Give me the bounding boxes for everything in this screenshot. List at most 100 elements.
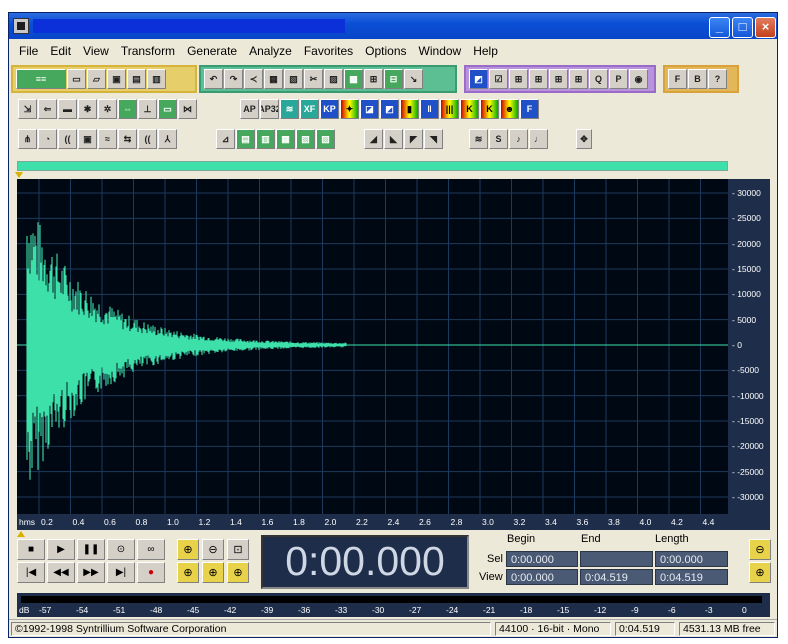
tool-icon-14[interactable]: ▨: [316, 129, 335, 149]
grid-icon-4[interactable]: ⊞: [569, 69, 588, 89]
tool-icon-20[interactable]: S: [489, 129, 508, 149]
invert-icon[interactable]: ⇲: [18, 99, 37, 119]
menu-help[interactable]: Help: [467, 42, 504, 60]
menu-edit[interactable]: Edit: [44, 42, 77, 60]
tool-icon-13[interactable]: ▧: [296, 129, 315, 149]
play-list-icon[interactable]: P: [609, 69, 628, 89]
maximize-button[interactable]: □: [732, 17, 753, 38]
play-button[interactable]: ▶: [47, 539, 75, 560]
stop-button[interactable]: ■: [17, 539, 45, 560]
zoom-selection-icon[interactable]: ⊕: [177, 562, 199, 583]
copy-icon[interactable]: ▦: [264, 69, 283, 89]
app-icon[interactable]: [13, 18, 29, 34]
save-selection-icon[interactable]: ▥: [147, 69, 166, 89]
grid-icon-3[interactable]: ⊞: [549, 69, 568, 89]
waveform-view-button[interactable]: ≡≡: [16, 69, 66, 89]
menu-favorites[interactable]: Favorites: [298, 42, 359, 60]
scripts-icon[interactable]: B: [688, 69, 707, 89]
copy-new-icon[interactable]: ▧: [284, 69, 303, 89]
overview-bar[interactable]: [17, 161, 728, 171]
tool-icon-12[interactable]: ▦: [276, 129, 295, 149]
envelope-icon[interactable]: ⊥: [138, 99, 157, 119]
tool-icon-21[interactable]: ♪: [509, 129, 528, 149]
view-end-field[interactable]: 0:04.519: [580, 569, 653, 585]
redo-icon[interactable]: ↷: [224, 69, 243, 89]
zoom-left-icon[interactable]: ⊕: [202, 562, 224, 583]
graphic-eq-icon[interactable]: ‖: [420, 99, 439, 119]
paste-icon[interactable]: ▨: [324, 69, 343, 89]
tool-icon-9[interactable]: ⊿: [216, 129, 235, 149]
tool-icon-3[interactable]: ((: [58, 129, 77, 149]
dc-offset-icon[interactable]: ✱: [78, 99, 97, 119]
person-icon[interactable]: ☻: [500, 99, 519, 119]
grid-icon-1[interactable]: ⊞: [509, 69, 528, 89]
tool-icon-1[interactable]: ⋔: [18, 129, 37, 149]
waveform-display[interactable]: [17, 179, 728, 514]
view-length-field[interactable]: 0:04.519: [655, 569, 728, 585]
bars-icon[interactable]: |||: [440, 99, 459, 119]
filter-icon-2[interactable]: ◩: [380, 99, 399, 119]
play-to-end-button[interactable]: ⊙: [107, 539, 135, 560]
silence-icon[interactable]: ▬: [58, 99, 77, 119]
sparkle-icon[interactable]: ✦: [340, 99, 359, 119]
zoom-right-icon[interactable]: ⊕: [227, 562, 249, 583]
fade-icon[interactable]: ⋈: [178, 99, 197, 119]
tool-icon-16[interactable]: ◣: [384, 129, 403, 149]
menu-analyze[interactable]: Analyze: [243, 42, 298, 60]
normalize-icon[interactable]: ▭: [158, 99, 177, 119]
cue-list-icon[interactable]: Q: [589, 69, 608, 89]
tool-icon-18[interactable]: ◥: [424, 129, 443, 149]
kx-icon-1[interactable]: K: [460, 99, 479, 119]
zoom-out-icon[interactable]: ⊖: [202, 539, 224, 560]
new-icon[interactable]: ▭: [67, 69, 86, 89]
playhead-marker[interactable]: [15, 172, 23, 178]
tool-icon-11[interactable]: ▥: [256, 129, 275, 149]
sel-begin-field[interactable]: 0:00.000: [506, 551, 578, 567]
open-icon[interactable]: ▱: [87, 69, 106, 89]
tool-icon-17[interactable]: ◤: [404, 129, 423, 149]
xf-icon[interactable]: XF: [300, 99, 319, 119]
menu-window[interactable]: Window: [413, 42, 468, 60]
checkbox-icon[interactable]: ☑: [489, 69, 508, 89]
cd-icon[interactable]: ◉: [629, 69, 648, 89]
menu-view[interactable]: View: [77, 42, 115, 60]
tool-icon-15[interactable]: ◢: [364, 129, 383, 149]
close-button[interactable]: ×: [755, 17, 776, 38]
minimize-button[interactable]: _: [709, 17, 730, 38]
repeat-icon[interactable]: ≺: [244, 69, 263, 89]
filter-icon-1[interactable]: ◪: [360, 99, 379, 119]
menu-transform[interactable]: Transform: [115, 42, 181, 60]
tool-icon-8[interactable]: ⅄: [158, 129, 177, 149]
trim-icon[interactable]: ⊟: [384, 69, 403, 89]
spectral-view-icon[interactable]: ◩: [469, 69, 488, 89]
undo-icon[interactable]: ↶: [204, 69, 223, 89]
save-as-icon[interactable]: ▤: [127, 69, 146, 89]
kx-icon-2[interactable]: K: [480, 99, 499, 119]
rewind-button[interactable]: ◀◀: [47, 562, 75, 583]
amplify-icon[interactable]: ⇔: [118, 99, 137, 119]
help-icon[interactable]: ?: [708, 69, 727, 89]
save-icon[interactable]: ▣: [107, 69, 126, 89]
noise-icon[interactable]: ✲: [98, 99, 117, 119]
menu-options[interactable]: Options: [359, 42, 412, 60]
go-to-start-button[interactable]: |◀: [17, 562, 45, 583]
tool-icon-22[interactable]: ♩: [529, 129, 548, 149]
tool-icon-19[interactable]: ≋: [469, 129, 488, 149]
grid-icon-2[interactable]: ⊞: [529, 69, 548, 89]
zoom-fit-icon[interactable]: ✥: [576, 129, 592, 149]
ff-icon[interactable]: F: [520, 99, 539, 119]
tool-icon-6[interactable]: ⇆: [118, 129, 137, 149]
zoom-in-icon[interactable]: ⊕: [177, 539, 199, 560]
sel-end-field[interactable]: [580, 551, 653, 567]
title-bar[interactable]: _ □ ×: [9, 13, 777, 39]
menu-generate[interactable]: Generate: [181, 42, 243, 60]
fast-forward-button[interactable]: ▶▶: [77, 562, 105, 583]
paste-new-icon[interactable]: ▩: [344, 69, 363, 89]
sel-length-field[interactable]: 0:00.000: [655, 551, 728, 567]
zoom-in-vertical-icon[interactable]: ⊖: [749, 539, 771, 560]
loop-button[interactable]: ∞: [137, 539, 165, 560]
crop-icon[interactable]: ↘: [404, 69, 423, 89]
menu-file[interactable]: File: [13, 42, 44, 60]
pause-button[interactable]: ❚❚: [77, 539, 105, 560]
tool-icon-7[interactable]: ((: [138, 129, 157, 149]
